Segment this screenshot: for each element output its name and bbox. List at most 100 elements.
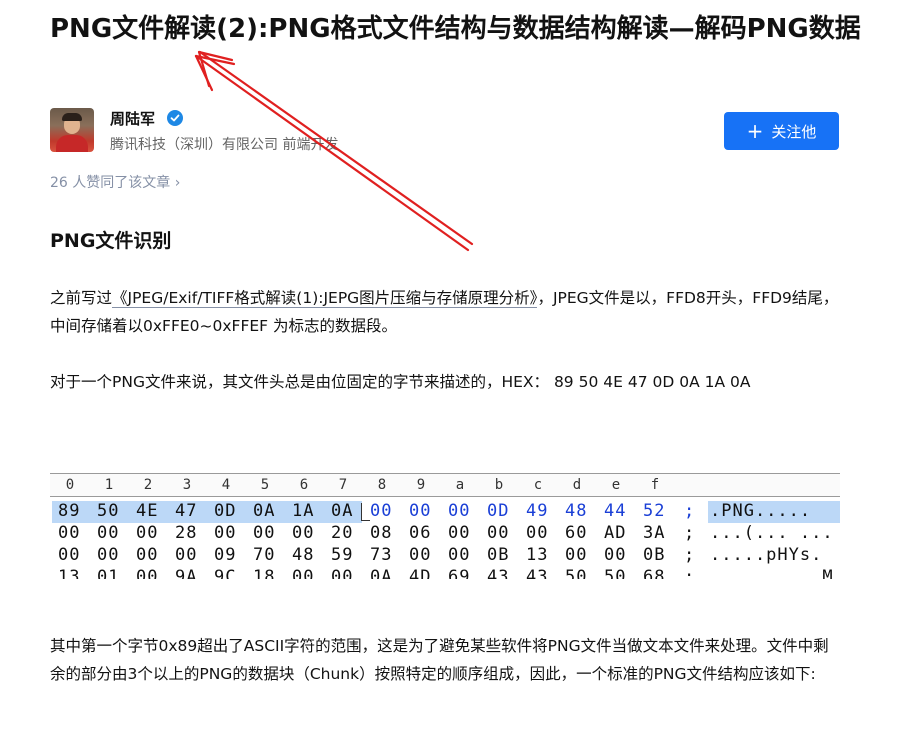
- hex-byte: AD: [604, 523, 627, 543]
- hex-byte: 00: [448, 523, 471, 543]
- hex-row: 00 00 00 28 00 00 00 20 08 06 00 00 00 60 AD 3A; ...(...…: [50, 523, 840, 545]
- follow-button[interactable]: + 关注他: [724, 112, 839, 150]
- hex-column-label: f: [650, 477, 660, 493]
- hex-row: 00 00 00 00 09 70 48 59 73 00 00 0B 13 00 00 0B; .....pH…: [50, 545, 840, 567]
- hex-ascii: .PNG.....: [710, 501, 812, 521]
- hex-byte: 0A: [331, 501, 354, 521]
- hex-byte: 59: [331, 545, 354, 565]
- hex-column-label: 9: [416, 477, 426, 493]
- hex-byte: 20: [331, 523, 354, 543]
- hex-byte: 50: [565, 567, 588, 579]
- author-org: 腾讯科技（深圳）有限公司 前端开发: [110, 137, 339, 153]
- hex-byte: 00: [214, 523, 237, 543]
- hex-byte: 00: [409, 545, 432, 565]
- hex-byte: 01: [97, 567, 120, 579]
- hex-byte: 9C: [214, 567, 237, 579]
- hex-ascii: .....pHYs.: [710, 545, 823, 565]
- hex-byte: 69: [448, 567, 471, 579]
- hex-column-label: a: [455, 477, 465, 493]
- hex-column-label: e: [611, 477, 621, 493]
- hex-column-label: 1: [104, 477, 114, 493]
- author-name[interactable]: 周陆军: [110, 108, 155, 129]
- hex-byte: 60: [565, 523, 588, 543]
- hex-byte: 00: [409, 501, 432, 521]
- hex-byte: 1A: [292, 501, 315, 521]
- verified-icon: [167, 110, 183, 126]
- hex-byte: 00: [97, 523, 120, 543]
- hex-byte: 13: [526, 545, 549, 565]
- paragraph-png-header: 对于一个PNG文件来说，其文件头总是由位固定的字节来描述的，HEX： 89 50…: [50, 373, 751, 391]
- article-link[interactable]: 《JPEG/Exif/TIFF格式解读(1):JEPG图片压缩与存储原理分析》: [112, 289, 538, 308]
- hex-byte: 44: [604, 501, 627, 521]
- hex-column-label: 5: [260, 477, 270, 493]
- hex-byte: 0A: [253, 501, 276, 521]
- hex-column-label: c: [533, 477, 543, 493]
- hex-separator: ;: [684, 523, 695, 543]
- hex-byte: 00: [292, 567, 315, 579]
- hex-byte: 4D: [409, 567, 432, 579]
- hex-column-label: 2: [143, 477, 153, 493]
- hex-byte: 00: [331, 567, 354, 579]
- hex-byte: 43: [487, 567, 510, 579]
- hex-byte: 00: [487, 523, 510, 543]
- hex-byte: 00: [370, 501, 393, 521]
- hex-byte: 3A: [643, 523, 666, 543]
- hex-byte: 00: [253, 523, 276, 543]
- hex-byte: 43: [526, 567, 549, 579]
- hex-byte: 50: [604, 567, 627, 579]
- hex-byte: 48: [292, 545, 315, 565]
- hex-byte: 00: [58, 545, 81, 565]
- hex-byte: 00: [97, 545, 120, 565]
- hex-byte: 0D: [214, 501, 237, 521]
- avatar[interactable]: [50, 108, 94, 152]
- hex-byte: 00: [448, 545, 471, 565]
- likes-count[interactable]: 26 人赞同了该文章 ›: [50, 172, 180, 192]
- hex-byte: 00: [136, 567, 159, 579]
- paragraph-prefix: 之前写过: [50, 289, 113, 307]
- hex-byte: 0D: [487, 501, 510, 521]
- hex-byte: 09: [214, 545, 237, 565]
- hex-byte: 0B: [643, 545, 666, 565]
- paragraph-png-structure: 其中第一个字节0x89超出了ASCII字符的范围，这是为了避免某些软件将PNG文…: [50, 637, 829, 683]
- hex-byte: 00: [604, 545, 627, 565]
- hex-byte: 73: [370, 545, 393, 565]
- article-title: PNG文件解读(2):PNG格式文件结构与数据结构解读—解码PNG数据: [50, 14, 861, 44]
- hex-byte: 0B: [487, 545, 510, 565]
- hex-byte: 00: [565, 545, 588, 565]
- plus-icon: +: [746, 119, 764, 143]
- hex-column-label: b: [494, 477, 504, 493]
- hex-byte: 00: [448, 501, 471, 521]
- hex-byte: 00: [292, 523, 315, 543]
- hex-byte: 0A: [370, 567, 393, 579]
- hex-byte: 50: [97, 501, 120, 521]
- hex-byte: 00: [136, 523, 159, 543]
- section-heading: PNG文件识别: [50, 230, 172, 252]
- hex-separator: ;: [684, 545, 695, 565]
- hex-column-label: 3: [182, 477, 192, 493]
- hex-ascii: M: [710, 567, 834, 579]
- hex-byte: 48: [565, 501, 588, 521]
- hex-byte: 47: [175, 501, 198, 521]
- hex-row: 13 01 00 9A 9C 18 00 00 0A 4D 69 43 43 50 50 68; M: [50, 567, 840, 579]
- hex-column-label: 4: [221, 477, 231, 493]
- follow-label: 关注他: [771, 122, 817, 141]
- hex-column-label: 8: [377, 477, 387, 493]
- hex-byte: 4E: [136, 501, 159, 521]
- hex-byte: 89: [58, 501, 81, 521]
- hex-byte: 08: [370, 523, 393, 543]
- hex-byte: 06: [409, 523, 432, 543]
- hex-separator: ;: [684, 501, 695, 521]
- hex-byte: 28: [175, 523, 198, 543]
- hex-column-label: 0: [65, 477, 75, 493]
- hex-byte: 00: [526, 523, 549, 543]
- hex-byte: 70: [253, 545, 276, 565]
- hex-dump-image: 0123456789abcdef 89 50 4E 47 0D 0A 1A 0A 00 00 00 0…: [50, 473, 840, 579]
- hex-column-label: d: [572, 477, 582, 493]
- hex-ascii: ...(... ...: [710, 523, 834, 543]
- hex-column-label: 7: [338, 477, 348, 493]
- hex-byte: 00: [58, 523, 81, 543]
- hex-row: 89 50 4E 47 0D 0A 1A 0A 00 00 00 0D 49 48 44 52; .PNG...…: [50, 501, 840, 523]
- hex-byte: 9A: [175, 567, 198, 579]
- hex-column-header: 0 1 2 3 4 5 6 7 8 9 a b c d e f: [50, 473, 840, 497]
- hex-separator: ;: [684, 567, 695, 579]
